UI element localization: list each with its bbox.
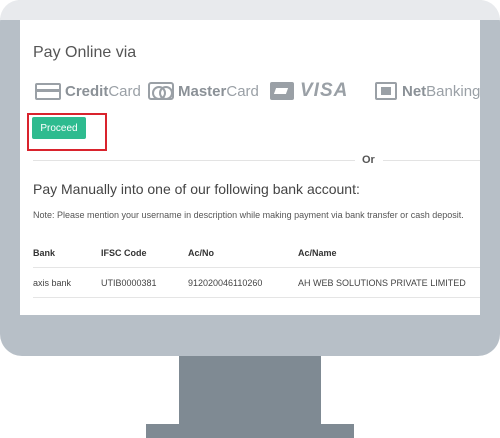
table-header: Bank IFSC Code Ac/No Ac/Name — [33, 238, 480, 268]
master-card-icon — [148, 82, 174, 100]
header-ifsc-code: IFSC Code — [101, 248, 147, 258]
table-row: axis bank UTIB0000381 912020046110260 AH… — [33, 268, 480, 298]
payment-note: Note: Please mention your username in de… — [33, 210, 464, 220]
credit-card-option[interactable]: CreditCard — [35, 78, 141, 104]
proceed-button[interactable]: Proceed — [32, 117, 86, 139]
net-banking-option[interactable]: NetBanking — [375, 78, 480, 104]
cell-ifsc-code: UTIB0000381 — [101, 278, 157, 288]
visa-card-icon — [270, 82, 294, 100]
monitor-screen: Pay Online via CreditCard MasterCard VIS… — [20, 20, 480, 315]
credit-card-label: CreditCard — [65, 82, 141, 100]
header-account-number: Ac/No — [188, 248, 215, 258]
net-banking-label: NetBanking — [402, 82, 480, 100]
master-card-label: MasterCard — [178, 82, 259, 100]
visa-label: VISA — [300, 80, 349, 101]
bank-icon — [375, 82, 397, 100]
credit-card-icon — [35, 82, 61, 100]
payment-methods: CreditCard MasterCard VISA NetBanking — [35, 78, 480, 104]
cell-account-number: 912020046110260 — [188, 278, 263, 288]
or-divider-label: Or — [362, 154, 375, 166]
header-bank: Bank — [33, 248, 56, 258]
divider-line-right — [383, 160, 480, 161]
visa-option[interactable]: VISA — [270, 78, 348, 104]
pay-online-title: Pay Online via — [33, 44, 137, 61]
manual-payment-title: Pay Manually into one of our following b… — [33, 181, 360, 197]
master-card-option[interactable]: MasterCard — [148, 78, 259, 104]
cell-bank: axis bank — [33, 278, 72, 288]
header-account-name: Ac/Name — [298, 248, 337, 258]
bank-account-table: Bank IFSC Code Ac/No Ac/Name axis bank U… — [33, 238, 480, 298]
divider-line-left — [33, 160, 355, 161]
cell-account-name: AH WEB SOLUTIONS PRIVATE LIMITED — [298, 278, 466, 288]
monitor-top-bar — [0, 0, 500, 20]
monitor-stand-base — [146, 424, 354, 438]
